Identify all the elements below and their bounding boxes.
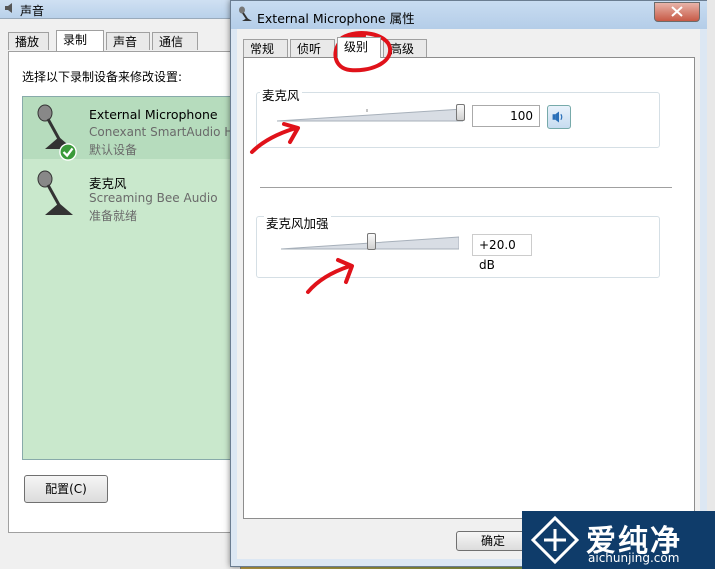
close-icon [671,6,683,17]
watermark-logo: 爱纯净 aichunjing.com [522,511,715,569]
properties-dialog: External Microphone 属性 常规 侦听 级别 高级 麦克风 1… [230,0,709,567]
tab-playback[interactable]: 播放 [8,32,49,50]
device-name: External Microphone [89,107,218,122]
dialog-body: 常规 侦听 级别 高级 麦克风 100 麦克风加强 +20.0 dB 确定 [237,29,700,559]
instruction-text: 选择以下录制设备来修改设置: [22,70,183,84]
logo-icon [530,515,580,565]
ok-button[interactable]: 确定 [456,531,530,551]
tab-sounds[interactable]: 声音 [106,32,150,50]
tab-general[interactable]: 常规 [243,39,288,57]
microphone-icon [239,6,252,21]
logo-url: aichunjing.com [588,551,680,565]
device-status: 准备就绪 [89,209,138,223]
configure-button[interactable]: 配置(C) [24,475,108,503]
boost-slider-thumb[interactable] [367,233,376,250]
device-item-external-microphone[interactable]: External Microphone Conexant SmartAudio … [23,97,243,161]
tab-advanced[interactable]: 高级 [383,39,427,57]
device-status: 默认设备 [89,143,138,157]
device-driver: Screaming Bee Audio [89,191,218,205]
device-item-microphone[interactable]: 麦克风 Screaming Bee Audio 准备就绪 [23,163,233,225]
device-list: External Microphone Conexant SmartAudio … [22,96,243,460]
microphone-slider-track [277,108,463,122]
device-driver: Conexant SmartAudio HD [89,125,243,139]
close-button[interactable] [654,2,700,22]
tab-communications[interactable]: 通信 [152,32,198,50]
dialog-title: External Microphone 属性 [257,11,415,26]
divider [260,187,672,188]
tab-recording[interactable]: 录制 [56,30,104,51]
default-device-check-icon [59,143,77,161]
tab-levels[interactable]: 级别 [337,37,381,58]
mute-button[interactable] [547,105,571,129]
dialog-titlebar: External Microphone 属性 [231,1,708,29]
sound-window-titlebar: 声音 [0,0,240,19]
boost-level-value: +20.0 dB [472,234,532,272]
microphone-level-value[interactable]: 100 [472,105,540,127]
boost-label: 麦克风加强 [264,213,331,232]
device-name: 麦克风 [89,176,127,191]
window-edge [707,0,715,569]
speaker-icon [552,111,563,123]
speaker-icon [5,3,12,13]
levels-panel: 麦克风 100 麦克风加强 +20.0 dB [243,57,695,519]
microphone-slider-thumb[interactable] [456,104,465,121]
microphone-icon [37,170,73,215]
tab-listen[interactable]: 侦听 [290,39,335,57]
microphone-label: 麦克风 [260,85,302,104]
sound-window-title: 声音 [20,4,45,18]
